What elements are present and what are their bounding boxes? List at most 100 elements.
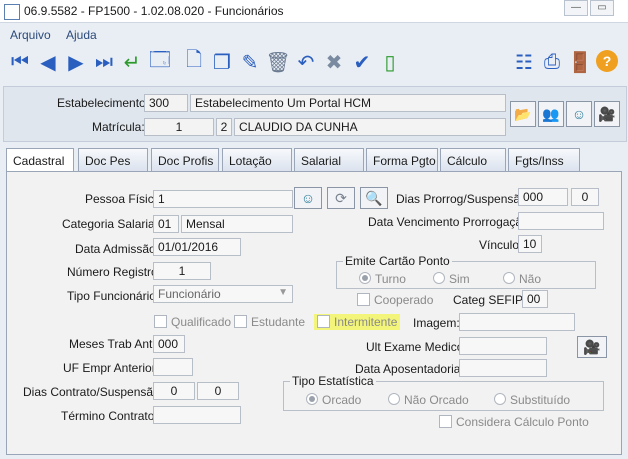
considera-checkbox[interactable]: Considera Cálculo Ponto (439, 415, 589, 429)
camera-icon[interactable]: 🎥 (594, 101, 620, 127)
edit-icon[interactable]: ✎ (238, 50, 262, 74)
minimize-button[interactable]: — (564, 0, 588, 16)
new-icon[interactable]: 🗋 (182, 49, 206, 74)
camera-icon[interactable]: 🎥 (577, 336, 607, 358)
imagem-label: Imagem: (413, 316, 460, 330)
ult-exame-label: Ult Exame Medico: (366, 340, 467, 354)
categ-sefip-label: Categ SEFIP: (453, 293, 527, 307)
header-panel: Estabelecimento: 300 Estabelecimento Um … (3, 86, 627, 142)
meses-trab-field[interactable]: 000 (153, 335, 185, 353)
data-aposentadoria-field[interactable] (459, 359, 547, 377)
vinculo-field[interactable]: 10 (518, 235, 542, 253)
data-venc-label: Data Vencimento Prorrogação: (368, 215, 533, 229)
view-icon[interactable]: 🗔 (148, 49, 172, 74)
person-lookup-icon[interactable]: ☺ (294, 187, 322, 209)
estabelecimento-code-field[interactable]: 300 (144, 94, 188, 112)
termino-field[interactable] (153, 406, 241, 424)
tree-icon[interactable]: ☷ (512, 50, 536, 74)
matricula-dv-field: 2 (216, 118, 232, 136)
menu-arquivo[interactable]: Arquivo (10, 28, 51, 42)
dias-prorrog-field-b[interactable]: 0 (571, 188, 599, 206)
toolbar: ⏮ ◀ ▶ ⏭ ↵ 🗔 🗋 ❐ ✎ 🗑 ↶ ✖ ✔ ▯ ☷ ⎙ 🚪 ? (0, 44, 628, 82)
numero-registro-label: Número Registro: (67, 265, 162, 279)
matricula-label: Matrícula: (92, 120, 145, 134)
pessoa-fisica-label: Pessoa Física: (85, 192, 164, 206)
estabelecimento-name-field: Estabelecimento Um Portal HCM (190, 94, 506, 112)
folder-icon[interactable]: 📂 (510, 101, 536, 127)
menu-ajuda[interactable]: Ajuda (66, 28, 97, 42)
categ-sefip-field[interactable]: 00 (522, 290, 548, 308)
categoria-code-field[interactable]: 01 (153, 215, 179, 233)
group-icon[interactable]: 👥 (538, 101, 564, 127)
tab-fgts-inss[interactable]: Fgts/Inss (508, 148, 580, 171)
search-icon[interactable]: 🔍 (360, 187, 388, 209)
categoria-label: Categoria Salarial: (62, 217, 161, 231)
prev-icon[interactable]: ◀ (36, 50, 60, 74)
radio-nao-orcado[interactable]: Não Orcado (388, 393, 469, 407)
uf-empr-label: UF Empr Anterior: (63, 361, 160, 375)
title-bar: 06.9.5582 - FP1500 - 1.02.08.020 - Funci… (0, 0, 628, 23)
imagem-field (459, 313, 575, 331)
undo-icon[interactable]: ↶ (294, 50, 318, 74)
copy-icon[interactable]: ❐ (210, 50, 234, 74)
print-icon[interactable]: ⎙ (540, 50, 564, 74)
app-icon (4, 4, 20, 20)
help-icon[interactable]: ? (596, 50, 618, 72)
radio-sim[interactable]: Sim (433, 272, 470, 286)
vinculo-label: Vínculo: (479, 238, 523, 252)
emite-cartao-label: Emite Cartão Ponto (343, 254, 452, 268)
matricula-number-field[interactable]: 1 (144, 118, 214, 136)
chevron-down-icon: ▼ (278, 287, 288, 298)
exit-icon[interactable]: 🚪 (568, 50, 593, 74)
enter-icon[interactable]: ↵ (120, 50, 144, 74)
tab-cadastral[interactable]: Cadastral (6, 148, 74, 173)
dias-contrato-field-a[interactable]: 0 (153, 382, 195, 400)
restore-button[interactable]: ▭ (590, 0, 614, 16)
next-icon[interactable]: ▶ (64, 50, 88, 74)
tab-calculo[interactable]: Cálculo (440, 148, 506, 171)
dias-contrato-field-b[interactable]: 0 (197, 382, 239, 400)
numero-registro-field[interactable]: 1 (153, 262, 211, 280)
ult-exame-field[interactable] (459, 337, 547, 355)
radio-nao[interactable]: Não (503, 272, 541, 286)
radio-substituido[interactable]: Substituído (494, 393, 570, 407)
matricula-name-field: CLAUDIO DA CUNHA (234, 118, 506, 136)
pessoa-fisica-field[interactable]: 1 (153, 190, 293, 208)
qualificado-checkbox[interactable]: Qualificado (154, 315, 231, 329)
data-admissao-label: Data Admissão: (75, 242, 160, 256)
radio-turno[interactable]: Turno (359, 272, 406, 286)
first-icon[interactable]: ⏮ (8, 50, 32, 74)
dias-prorrog-field-a[interactable]: 000 (518, 188, 568, 206)
tipo-estatistica-label: Tipo Estatística (290, 374, 376, 388)
dias-prorrog-label: Dias Prorrog/Suspensão: (396, 192, 531, 206)
refresh-icon[interactable]: ⟳ (327, 187, 355, 209)
tab-lotacao[interactable]: Lotação (222, 148, 292, 171)
tipo-estatistica-group: Tipo Estatística Orcado Não Orcado Subst… (283, 374, 604, 411)
person-icon[interactable]: ☺ (566, 101, 592, 127)
data-venc-field[interactable] (518, 212, 604, 230)
tab-salarial[interactable]: Salarial (294, 148, 364, 171)
intermitente-checkbox[interactable]: Intermitente (314, 314, 401, 330)
uf-empr-field[interactable] (153, 358, 193, 376)
tab-forma-pgto[interactable]: Forma Pgto (366, 148, 438, 171)
emite-cartao-group: Emite Cartão Ponto Turno Sim Não (336, 254, 596, 289)
tipo-funcionario-select[interactable]: Funcionário ▼ (153, 285, 293, 303)
tab-doc-pes[interactable]: Doc Pes (78, 148, 148, 171)
radio-orcado[interactable]: Orcado (306, 393, 361, 407)
categoria-name-field: Mensal (181, 215, 293, 233)
data-admissao-field[interactable]: 01/01/2016 (153, 238, 241, 256)
cooperado-checkbox[interactable]: Cooperado (357, 293, 433, 307)
delete-icon[interactable]: 🗑 (265, 50, 290, 74)
tipo-funcionario-label: Tipo Funcionário: (67, 289, 160, 303)
tab-doc-profis[interactable]: Doc Profis (151, 148, 219, 171)
estabelecimento-label: Estabelecimento: (57, 96, 150, 110)
menu-bar: Arquivo Ajuda (0, 25, 628, 43)
cancel-icon[interactable]: ✖ (322, 50, 346, 74)
termino-label: Término Contrato: (61, 409, 158, 423)
confirm-icon[interactable]: ✔ (350, 50, 374, 74)
estudante-checkbox[interactable]: Estudante (234, 315, 305, 329)
tab-bar: Cadastral Doc Pes Doc Profis Lotação Sal… (6, 148, 622, 173)
last-icon[interactable]: ⏭ (92, 50, 116, 74)
blank-icon[interactable]: ▯ (378, 50, 402, 74)
window-title: 06.9.5582 - FP1500 - 1.02.08.020 - Funci… (24, 4, 284, 18)
